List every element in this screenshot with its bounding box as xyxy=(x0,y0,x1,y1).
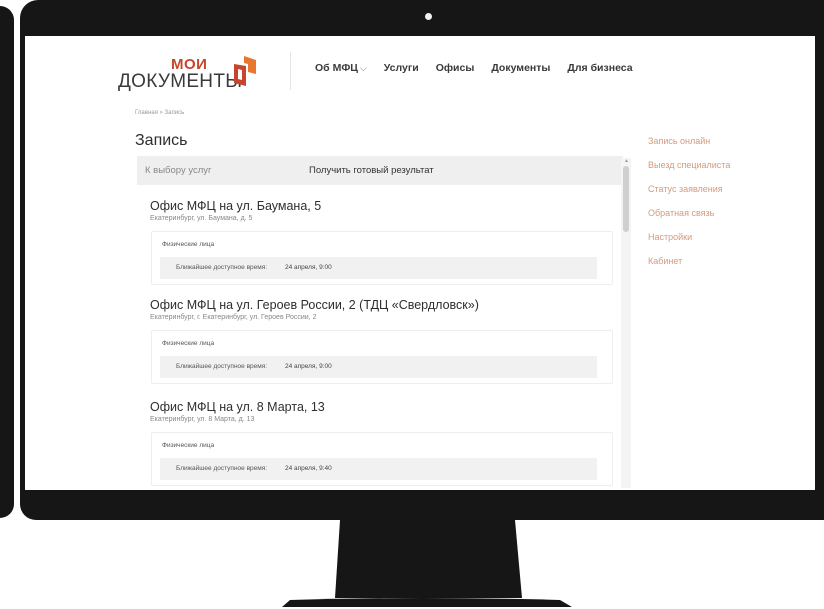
moi-dokumenty-logo-icon xyxy=(234,56,256,86)
office-address: Екатеринбург, ул. Баумана, д. 5 xyxy=(150,215,253,222)
site-logo[interactable]: МОИ ДОКУМЕНТЫ xyxy=(118,54,268,94)
applicant-category: Физические лица xyxy=(162,241,215,248)
breadcrumb[interactable]: Главная » Запись xyxy=(135,110,184,116)
slot-label: Ближайшее доступное время: xyxy=(176,363,268,370)
sidebar-item-settings[interactable]: Настройки xyxy=(648,232,730,242)
office-title[interactable]: Офис МФЦ на ул. 8 Марта, 13 xyxy=(150,400,325,414)
tab-get-result[interactable]: Получить готовый результат xyxy=(309,165,434,176)
nearest-slot-row[interactable]: Ближайшее доступное время: 24 апреля, 9:… xyxy=(160,458,597,480)
office-list-panel: К выбору услуг Получить готовый результа… xyxy=(137,156,623,490)
office-slot-card: Физические лица Ближайшее доступное врем… xyxy=(151,330,613,384)
sidebar-item-feedback[interactable]: Обратная связь xyxy=(648,208,730,218)
sidebar-nav: Запись онлайн Выезд специалиста Статус з… xyxy=(648,136,730,280)
nav-item-offices[interactable]: Офисы xyxy=(436,62,475,74)
nav-item-services[interactable]: Услуги xyxy=(384,62,419,74)
page-title: Запись xyxy=(135,132,188,149)
office-address: Екатеринбург, г. Екатеринбург, ул. Герое… xyxy=(150,314,317,321)
chevron-down-icon: ⌵ xyxy=(359,63,367,73)
slot-time: 24 апреля, 9:40 xyxy=(285,465,332,472)
applicant-category: Физические лица xyxy=(162,340,215,347)
office-slot-card: Физические лица Ближайшее доступное врем… xyxy=(151,231,613,285)
nav-item-about[interactable]: Об МФЦ ⌵ xyxy=(315,62,367,74)
step-tabbar: К выбору услуг Получить готовый результа… xyxy=(137,156,623,185)
nearest-slot-row[interactable]: Ближайшее доступное время: 24 апреля, 9:… xyxy=(160,356,597,378)
nearest-slot-row[interactable]: Ближайшее доступное время: 24 апреля, 9:… xyxy=(160,257,597,279)
website-screen: МОИ ДОКУМЕНТЫ Об МФЦ ⌵ Услуги Офисы Докум… xyxy=(25,36,815,490)
office-slot-card: Физические лица Ближайшее доступное врем… xyxy=(151,432,613,486)
slot-time: 24 апреля, 9:00 xyxy=(285,264,332,271)
logo-text-bottom: ДОКУМЕНТЫ xyxy=(118,71,243,92)
sidebar-item-online-booking[interactable]: Запись онлайн xyxy=(648,136,730,146)
nav-item-about-label: Об МФЦ xyxy=(315,62,358,74)
back-to-services-link[interactable]: К выбору услуг xyxy=(145,165,212,176)
sidebar-item-application-status[interactable]: Статус заявления xyxy=(648,184,730,194)
sidebar-item-specialist-visit[interactable]: Выезд специалиста xyxy=(648,160,730,170)
applicant-category: Физические лица xyxy=(162,442,215,449)
scroll-up-arrow-icon[interactable]: ▲ xyxy=(624,158,629,164)
slot-label: Ближайшее доступное время: xyxy=(176,465,268,472)
panel-scrollbar[interactable]: ▲ xyxy=(621,158,631,488)
office-address: Екатеринбург, ул. 8 Марта, д. 13 xyxy=(150,416,255,423)
office-title[interactable]: Офис МФЦ на ул. Героев России, 2 (ТДЦ «С… xyxy=(150,298,479,312)
nav-item-business[interactable]: Для бизнеса xyxy=(567,62,632,74)
main-nav: Об МФЦ ⌵ Услуги Офисы Документы Для бизне… xyxy=(315,62,650,74)
nav-item-documents[interactable]: Документы xyxy=(491,62,550,74)
slot-label: Ближайшее доступное время: xyxy=(176,264,268,271)
office-title[interactable]: Офис МФЦ на ул. Баумана, 5 xyxy=(150,199,321,213)
sidebar-item-cabinet[interactable]: Кабинет xyxy=(648,256,730,266)
scrollbar-thumb[interactable] xyxy=(623,166,629,232)
header-divider xyxy=(290,52,291,90)
slot-time: 24 апреля, 9:00 xyxy=(285,363,332,370)
